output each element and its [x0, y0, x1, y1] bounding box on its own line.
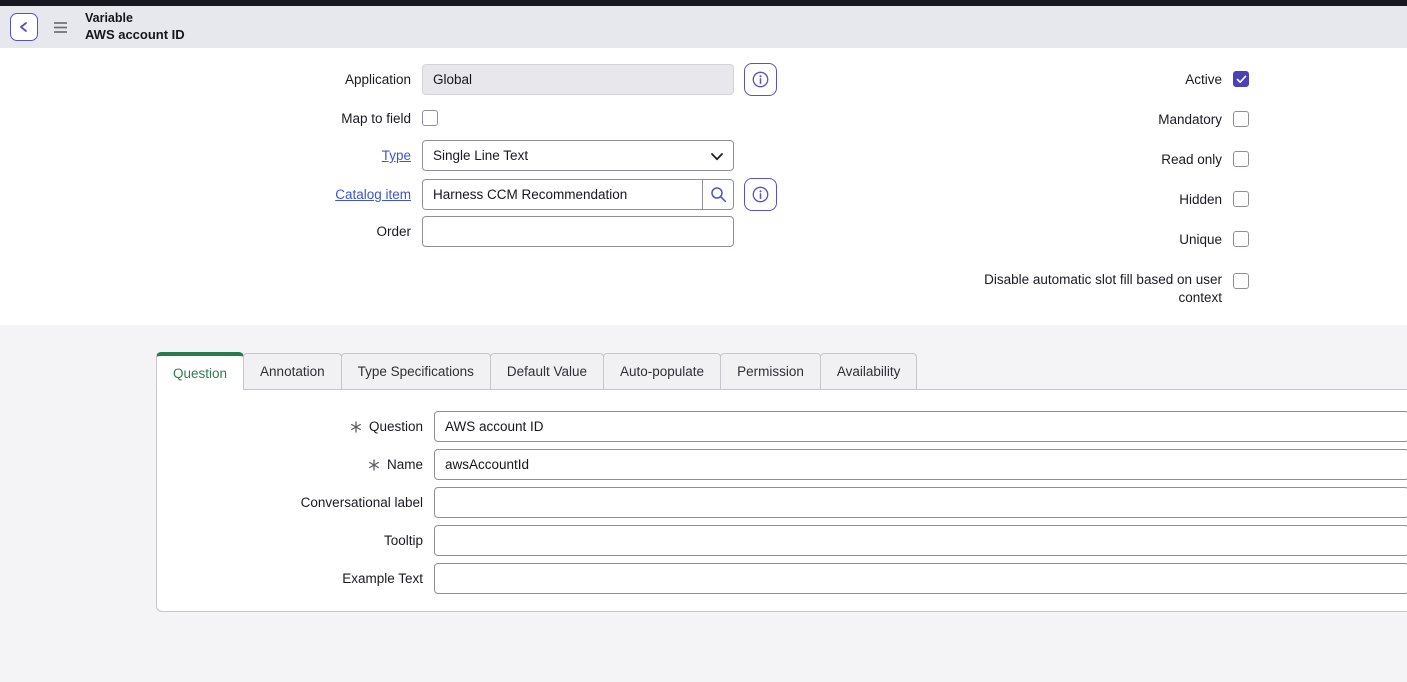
- tooltip-label-text: Tooltip: [384, 533, 423, 548]
- example-text-field[interactable]: [434, 563, 1407, 594]
- question-label: Question: [157, 419, 434, 434]
- context-menu-button[interactable]: [53, 21, 68, 34]
- tab-type-specifications-label: Type Specifications: [358, 364, 474, 379]
- tab-type-specifications[interactable]: Type Specifications: [341, 353, 491, 390]
- catalog-item-label-link[interactable]: Catalog item: [0, 187, 422, 202]
- read-only-label: Read only: [1161, 152, 1222, 167]
- question-row: Question: [157, 411, 1407, 442]
- active-checkbox[interactable]: [1233, 71, 1249, 87]
- application-info-button[interactable]: [744, 63, 777, 96]
- type-label-link[interactable]: Type: [0, 148, 422, 163]
- application-row: Application: [0, 63, 777, 96]
- tabbed-section: Question Annotation Type Specifications …: [0, 325, 1407, 682]
- application-field[interactable]: [422, 64, 734, 95]
- unique-row: Unique: [819, 231, 1249, 247]
- conversational-label-label: Conversational label: [157, 495, 434, 510]
- unique-checkbox[interactable]: [1233, 231, 1249, 247]
- map-to-field-label: Map to field: [0, 111, 422, 126]
- catalog-item-lookup: [422, 179, 734, 210]
- catalog-item-row: Catalog item: [0, 178, 777, 211]
- example-text-label: Example Text: [157, 571, 434, 586]
- mandatory-row: Mandatory: [819, 111, 1249, 127]
- type-row: Type Single Line Text: [0, 140, 734, 171]
- asterisk-icon: [368, 459, 380, 471]
- question-tab-panel: Question Name Conversational label: [156, 389, 1407, 612]
- type-select-value: Single Line Text: [433, 148, 528, 163]
- tab-annotation[interactable]: Annotation: [243, 353, 342, 390]
- tab-auto-populate[interactable]: Auto-populate: [603, 353, 721, 390]
- asterisk-icon: [350, 421, 362, 433]
- catalog-item-info-button[interactable]: [744, 178, 777, 211]
- name-label-text: Name: [387, 457, 423, 472]
- active-row: Active: [819, 71, 1249, 87]
- example-text-row: Example Text: [157, 563, 1407, 594]
- tab-annotation-label: Annotation: [260, 364, 325, 379]
- map-to-field-checkbox[interactable]: [422, 110, 438, 126]
- name-field[interactable]: [434, 449, 1407, 480]
- record-name-label: AWS account ID: [85, 27, 185, 44]
- tab-auto-populate-label: Auto-populate: [620, 364, 704, 379]
- tooltip-label: Tooltip: [157, 533, 434, 548]
- mandatory-label: Mandatory: [1158, 112, 1222, 127]
- info-circle-icon: [751, 185, 770, 204]
- order-row: Order: [0, 216, 734, 247]
- active-label: Active: [1185, 72, 1222, 87]
- example-text-label-text: Example Text: [342, 571, 423, 586]
- tab-default-value[interactable]: Default Value: [490, 353, 604, 390]
- disable-slot-fill-label: Disable automatic slot fill based on use…: [970, 271, 1222, 307]
- unique-label: Unique: [1179, 232, 1222, 247]
- check-icon: [1236, 75, 1247, 84]
- back-button[interactable]: [10, 13, 38, 41]
- catalog-item-field[interactable]: [423, 180, 702, 209]
- hidden-label: Hidden: [1179, 192, 1222, 207]
- magnifier-icon: [710, 186, 727, 203]
- flags-column: Active Mandatory Read only Hidden: [819, 71, 1249, 331]
- record-type-label: Variable: [85, 10, 185, 26]
- disable-slot-fill-row: Disable automatic slot fill based on use…: [819, 271, 1249, 307]
- tab-strip: Question Annotation Type Specifications …: [156, 352, 917, 390]
- context-menu-icon: [53, 21, 68, 34]
- variable-record-page: Variable AWS account ID Application Map …: [0, 0, 1407, 682]
- name-row: Name: [157, 449, 1407, 480]
- chevron-left-icon: [17, 20, 31, 34]
- tooltip-field[interactable]: [434, 525, 1407, 556]
- order-label: Order: [0, 224, 422, 239]
- record-header: Variable AWS account ID: [0, 6, 1407, 48]
- question-label-text: Question: [369, 419, 423, 434]
- record-title: Variable AWS account ID: [85, 10, 185, 43]
- tab-question-label: Question: [173, 366, 227, 381]
- type-select[interactable]: Single Line Text: [422, 140, 734, 171]
- read-only-row: Read only: [819, 151, 1249, 167]
- tab-availability-label: Availability: [837, 364, 901, 379]
- tab-default-value-label: Default Value: [507, 364, 587, 379]
- tab-availability[interactable]: Availability: [820, 353, 918, 390]
- catalog-item-search-button[interactable]: [702, 180, 733, 209]
- tab-question[interactable]: Question: [156, 352, 244, 390]
- tooltip-row: Tooltip: [157, 525, 1407, 556]
- disable-slot-fill-checkbox[interactable]: [1233, 273, 1249, 289]
- mandatory-checkbox[interactable]: [1233, 111, 1249, 127]
- conversational-label-text: Conversational label: [301, 495, 423, 510]
- hidden-checkbox[interactable]: [1233, 191, 1249, 207]
- info-circle-icon: [751, 70, 770, 89]
- order-field[interactable]: [422, 216, 734, 247]
- tab-permission-label: Permission: [737, 364, 804, 379]
- map-to-field-row: Map to field: [0, 110, 438, 126]
- conversational-label-row: Conversational label: [157, 487, 1407, 518]
- question-field[interactable]: [434, 411, 1407, 442]
- conversational-label-field[interactable]: [434, 487, 1407, 518]
- tab-permission[interactable]: Permission: [720, 353, 821, 390]
- read-only-checkbox[interactable]: [1233, 151, 1249, 167]
- hidden-row: Hidden: [819, 191, 1249, 207]
- application-label: Application: [0, 72, 422, 87]
- form-section: Application Map to field Type Single Lin…: [0, 48, 1407, 325]
- name-label: Name: [157, 457, 434, 472]
